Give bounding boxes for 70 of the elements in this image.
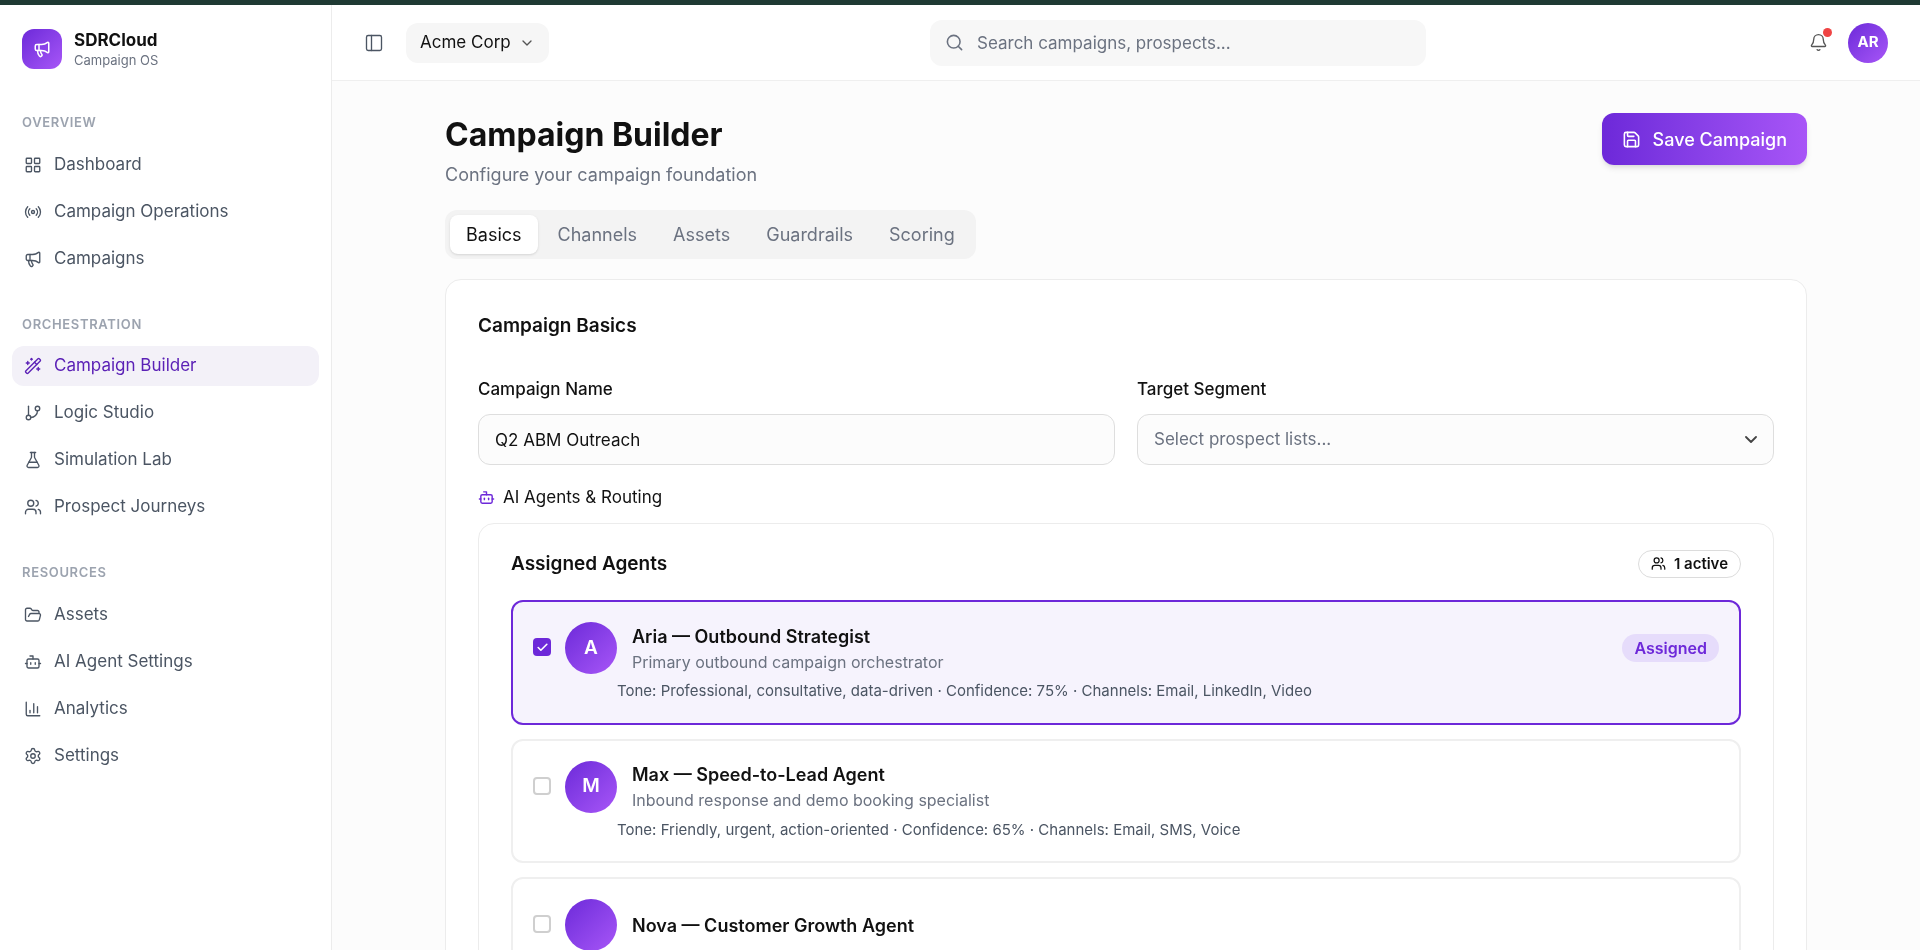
brand-name: SDRCloud (74, 30, 159, 52)
panel-title: Assigned Agents (511, 550, 668, 577)
tab[interactable]: Scoring (873, 215, 971, 254)
notification-bell-icon[interactable] (1809, 33, 1828, 52)
tab[interactable]: Guardrails (750, 215, 869, 254)
agent-avatar: A (565, 622, 617, 674)
search-field[interactable]: Search campaigns, prospects... (930, 19, 1426, 66)
flask-icon (24, 451, 42, 469)
settings-icon (24, 746, 42, 765)
robot-icon (478, 489, 495, 507)
nav-item[interactable]: Settings (12, 735, 319, 776)
sidebar-toggle-icon[interactable] (364, 32, 384, 53)
agent-card[interactable]: A Aria — Outbound Strategist Primary outbound campaign orchestrator Assigned Tone: Professional, consultative, data-driven · Confidence: 75% · Channels: Email, LinkedIn, Video (511, 600, 1741, 725)
agent-name: Nova — Customer Growth Agent (632, 913, 916, 938)
nav-item[interactable]: Logic Studio (12, 393, 319, 433)
agent-description: Inbound response and demo booking specialist (632, 789, 991, 812)
nav-item[interactable]: Assets (12, 594, 319, 635)
nav-item[interactable]: Campaign Operations (12, 191, 319, 232)
agent-name: Max — Speed-to-Lead Agent (632, 763, 886, 787)
logo-icon (22, 29, 62, 69)
branch-icon (24, 404, 42, 422)
nav-item[interactable]: Campaigns (12, 238, 319, 279)
folder-icon (24, 605, 42, 624)
nav-item[interactable]: Dashboard (12, 144, 319, 185)
page-title: Campaign Builder (445, 114, 724, 156)
grid-icon (24, 155, 42, 174)
tab[interactable]: Assets (657, 215, 747, 254)
save-campaign-button[interactable]: Save Campaign (1601, 113, 1807, 165)
assigned-badge: Assigned (1622, 634, 1719, 662)
megaphone-icon (24, 249, 42, 268)
agent-details: Tone: Friendly, urgent, action-oriented · Confidence: 65% · Channels: Email, SMS, Voice (617, 818, 1242, 841)
robot-icon (24, 652, 42, 671)
chevron-down-icon (1745, 436, 1757, 443)
agent-description: Primary outbound campaign orchestrator (632, 650, 945, 674)
campaign-name-field[interactable]: Q2 ABM Outreach (478, 414, 1115, 465)
field-label: Campaign Name (478, 377, 614, 401)
tab[interactable]: Basics (450, 215, 538, 254)
brand-subtitle: Campaign OS (74, 51, 159, 68)
checkbox[interactable] (533, 638, 551, 656)
search-icon (945, 33, 964, 52)
nav-item[interactable]: Simulation Lab (12, 440, 319, 480)
nav-item[interactable]: AI Agent Settings (12, 641, 319, 682)
agent-card[interactable]: Nova — Customer Growth Agent (511, 877, 1741, 950)
agent-card[interactable]: M Max — Speed-to-Lead Agent Inbound response and demo booking specialist Tone: Friendly, urgent, action-oriented · Confidence: 65% · Channels: Email, SMS, Voice (511, 738, 1741, 863)
checkbox[interactable] (533, 776, 551, 795)
card-title: Campaign Basics (478, 313, 638, 339)
nav-item[interactable]: Analytics (12, 688, 319, 729)
section-heading: OVERVIEW (21, 113, 98, 132)
users-icon (1650, 556, 1666, 572)
section-heading: ORCHESTRATION (21, 314, 143, 334)
workspace-selector[interactable]: Acme Corp (406, 22, 549, 63)
target-segment-dropdown[interactable]: Select prospect lists... (1137, 414, 1774, 465)
agent-name: Aria — Outbound Strategist (632, 624, 872, 649)
agent-details: Tone: Professional, consultative, data-driven · Confidence: 75% · Channels: Email, LinkedIn, Video (617, 680, 1313, 702)
magic-wand-icon (24, 357, 42, 375)
nav-item[interactable]: Prospect Journeys (12, 487, 319, 527)
tab[interactable]: Channels (541, 215, 654, 254)
nav-item[interactable]: Campaign Builder (12, 346, 319, 386)
bar-chart-icon (24, 699, 42, 718)
section-label: AI Agents & Routing (503, 486, 663, 509)
page-subtitle: Configure your campaign foundation (445, 163, 758, 187)
section-heading: RESOURCES (21, 563, 108, 582)
user-avatar[interactable]: AR (1848, 22, 1888, 63)
field-label: Target Segment (1137, 377, 1268, 401)
users-icon (24, 498, 42, 516)
agent-avatar (565, 899, 617, 950)
save-icon (1621, 129, 1641, 149)
checkbox[interactable] (533, 915, 551, 933)
agent-avatar: M (565, 760, 617, 813)
check-icon (535, 640, 549, 654)
